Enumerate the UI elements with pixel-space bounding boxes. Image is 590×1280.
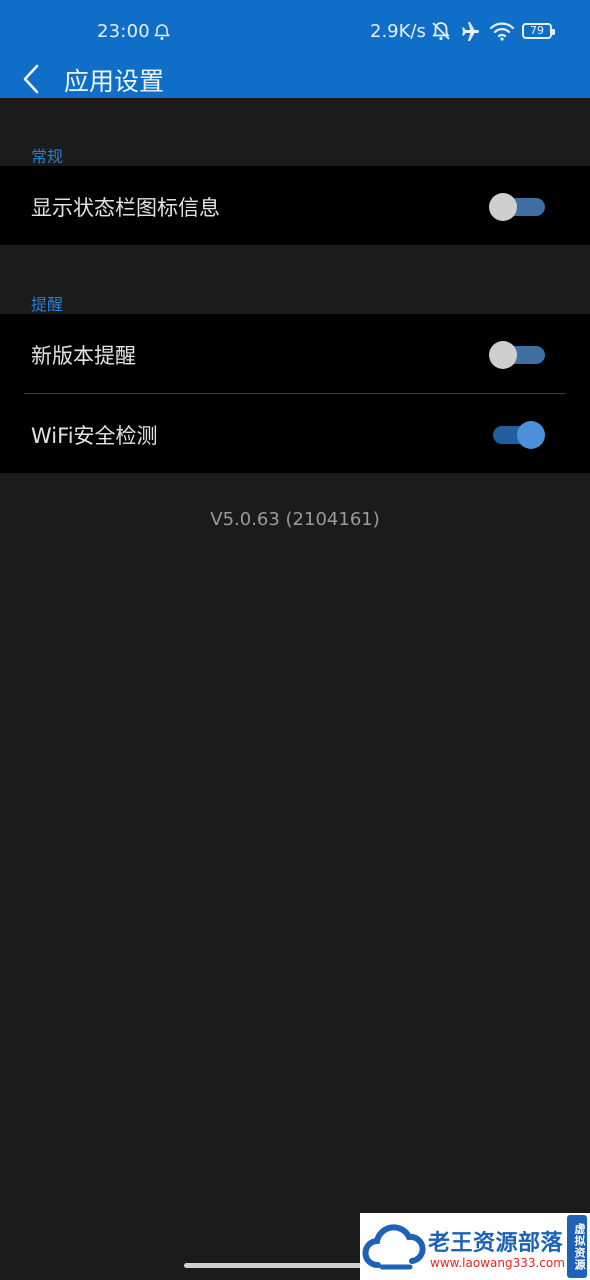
page-title: 应用设置 (64, 67, 165, 96)
wifi-security-check-toggle[interactable] (489, 421, 545, 449)
cloud-logo-icon (362, 1224, 426, 1270)
airplane-icon (462, 22, 479, 41)
toggle-knob (517, 421, 545, 449)
settings-card-general: 显示状态栏图标信息 (0, 166, 590, 245)
new-version-reminder-toggle[interactable] (489, 341, 545, 369)
statusbar-icon-info-toggle[interactable] (489, 193, 545, 221)
toggle-knob (489, 341, 517, 369)
section-label-reminders: 提醒 (31, 295, 64, 314)
setting-row-wifi-security-check[interactable]: WiFi安全检测 (0, 394, 590, 474)
setting-row-new-version-reminder[interactable]: 新版本提醒 (0, 314, 590, 394)
watermark-title: 老王资源部落 (428, 1231, 564, 1256)
setting-label: 新版本提醒 (31, 344, 136, 368)
setting-row-statusbar-icon-info[interactable]: 显示状态栏图标信息 (0, 166, 590, 246)
app-header: 23:00 2.9K/s 79 应用设置 (0, 0, 590, 98)
back-arrow-icon[interactable] (14, 60, 50, 98)
battery-icon: 79 (522, 23, 555, 39)
network-speed: 2.9K/s (370, 21, 426, 42)
watermark-url: www.laowang333.com (430, 1256, 565, 1270)
watermark-logo: 老王资源部落 www.laowang333.com 虚拟资源 (360, 1213, 590, 1280)
setting-label: WiFi安全检测 (31, 424, 158, 448)
settings-card-reminders: 新版本提醒 WiFi安全检测 (0, 314, 590, 473)
status-bar: 23:00 2.9K/s 79 (0, 0, 590, 62)
notification-hd-icon (154, 24, 170, 40)
watermark-badge: 虚拟资源 (567, 1215, 587, 1278)
app-version: V5.0.63 (2104161) (210, 509, 380, 530)
setting-label: 显示状态栏图标信息 (31, 196, 220, 220)
toggle-knob (489, 193, 517, 221)
wifi-icon (489, 22, 515, 41)
status-time: 23:00 (97, 21, 150, 42)
bell-muted-icon (432, 22, 450, 41)
section-label-general: 常规 (31, 147, 64, 166)
